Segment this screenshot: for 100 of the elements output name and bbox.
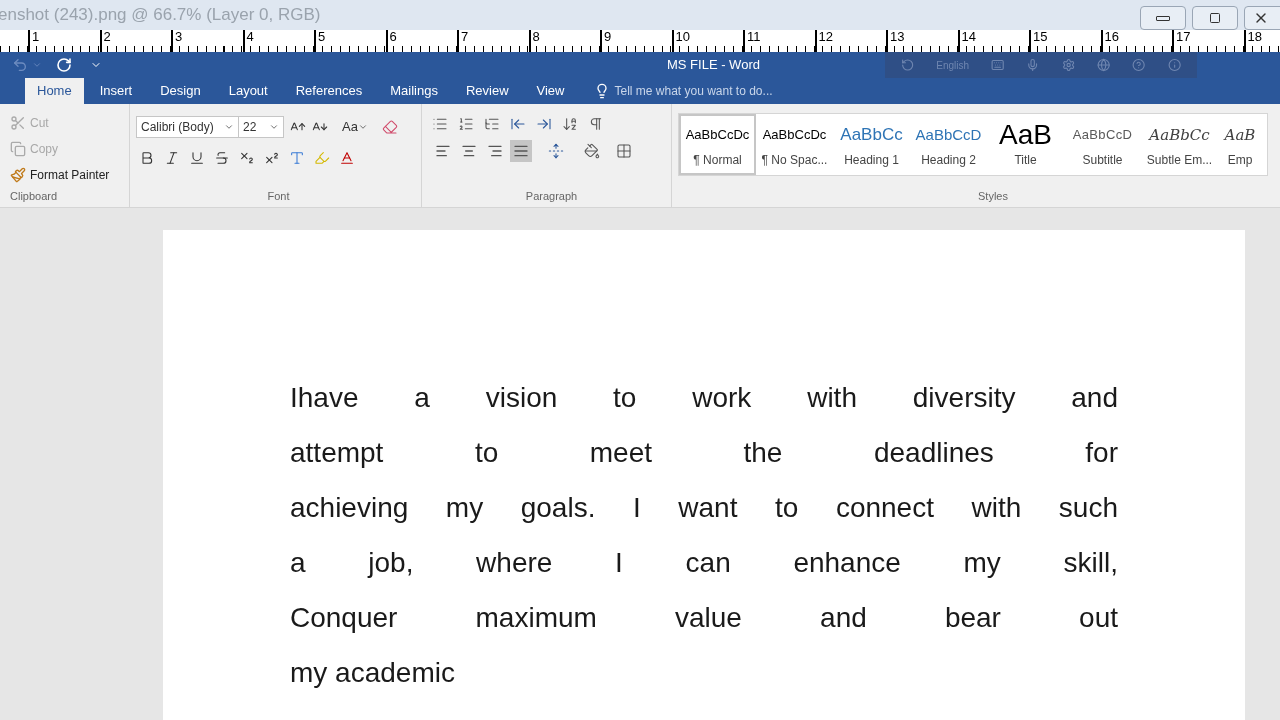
ruler-number: 12 xyxy=(817,29,833,44)
align-right-icon xyxy=(487,143,503,159)
style-option[interactable]: AaBbCc Subtle Em... xyxy=(1141,114,1218,175)
bullets-icon[interactable] xyxy=(432,116,448,132)
multilevel-list-icon[interactable] xyxy=(484,116,500,132)
style-name: Emp xyxy=(1227,152,1253,169)
restore-button[interactable] xyxy=(1192,6,1238,30)
numbering-icon[interactable] xyxy=(458,116,474,132)
style-option[interactable]: AaBbCcD Heading 2 xyxy=(910,114,987,175)
document-text-line: a job, where I can enhance my skill, xyxy=(290,546,1118,580)
ruler-number: 6 xyxy=(388,29,397,44)
ruler-number: 1 xyxy=(31,29,40,44)
ruler-number: 9 xyxy=(603,29,612,44)
font-color-icon[interactable] xyxy=(339,150,355,166)
ruler-number: 15 xyxy=(1032,29,1048,44)
style-name: ¶ No Spac... xyxy=(761,152,828,169)
italic-icon[interactable] xyxy=(164,150,180,166)
line-spacing-icon[interactable] xyxy=(548,143,564,159)
decrease-indent-icon[interactable] xyxy=(510,116,526,132)
close-button[interactable] xyxy=(1244,6,1280,30)
caret-icon[interactable] xyxy=(269,122,279,132)
ruler-number: 8 xyxy=(531,29,540,44)
ribbon-tab[interactable]: Layout xyxy=(216,78,280,104)
style-preview: AaBbCcD xyxy=(1072,126,1133,145)
style-name: Subtitle xyxy=(1082,152,1123,169)
ruler-number: 5 xyxy=(317,29,326,44)
ribbon-tab[interactable]: Design xyxy=(148,78,213,104)
align-justify-icon xyxy=(513,143,529,159)
eraser-icon[interactable] xyxy=(381,119,398,135)
pilcrow-icon[interactable] xyxy=(588,116,604,132)
change-case-button[interactable]: Aa xyxy=(342,117,368,137)
scissors-icon xyxy=(10,114,26,131)
tell-me-field[interactable]: Tell me what you want to do... xyxy=(614,82,773,100)
ruler-number: 4 xyxy=(245,29,254,44)
group-label: Styles xyxy=(978,188,1009,204)
style-name: Title xyxy=(1014,152,1037,169)
increase-indent-icon[interactable] xyxy=(536,116,552,132)
style-preview: AaB xyxy=(1224,124,1256,146)
copy-icon xyxy=(10,140,26,157)
style-option[interactable]: AaBbCcDc ¶ Normal xyxy=(679,114,756,175)
font-name-field[interactable]: Calibri (Body) xyxy=(136,116,239,138)
style-option[interactable]: AaBbCcD Subtitle xyxy=(1064,114,1141,175)
ribbon-tab[interactable]: References xyxy=(283,78,375,104)
style-option[interactable]: AaB Emp xyxy=(1218,114,1262,175)
strikethrough-icon[interactable] xyxy=(214,150,230,166)
ruler-number: 11 xyxy=(746,29,761,44)
underline-icon[interactable] xyxy=(189,150,205,166)
document-text-line: attempt to meet the deadlines for xyxy=(290,436,1118,470)
ruler-number: 10 xyxy=(674,29,690,44)
redo-icon[interactable] xyxy=(56,57,72,73)
subscript-icon[interactable] xyxy=(239,150,255,166)
ruler-number: 2 xyxy=(102,29,111,44)
text-effects-icon[interactable] xyxy=(289,150,305,166)
ribbon-tab[interactable]: Insert xyxy=(87,78,145,104)
document-text-line: Conquer maximum value and bear out xyxy=(290,601,1118,635)
align-left-icon xyxy=(435,143,451,159)
document-text-line: achieving my goals. I want to connect with such xyxy=(290,491,1118,525)
style-preview: AaBbCc xyxy=(840,124,903,147)
group-label: Paragraph xyxy=(524,188,579,204)
borders-icon[interactable] xyxy=(616,143,632,159)
style-preview: AaBbCc xyxy=(1149,124,1210,146)
document-text-line: my academic xyxy=(290,656,456,690)
ruler-number: 13 xyxy=(889,29,905,44)
ruler-number: 16 xyxy=(1103,29,1119,44)
style-preview: AaBbCcD xyxy=(915,124,982,145)
ribbon-tab[interactable]: Mailings xyxy=(378,78,450,104)
ribbon-tab[interactable]: Review xyxy=(453,78,521,104)
superscript-icon[interactable] xyxy=(264,150,280,166)
style-name: ¶ Normal xyxy=(693,152,742,169)
restore-icon xyxy=(1209,12,1221,24)
ruler-number: 14 xyxy=(960,29,976,44)
ruler-number: 3 xyxy=(174,29,183,44)
ruler-number: 18 xyxy=(1246,29,1262,44)
style-option[interactable]: AaBbCc Heading 1 xyxy=(833,114,910,175)
shading-icon[interactable] xyxy=(584,143,600,159)
group-label: Font xyxy=(266,188,291,204)
minimize-icon xyxy=(1156,15,1170,21)
align-button[interactable] xyxy=(510,140,532,162)
caret-icon[interactable] xyxy=(357,122,368,132)
bold-icon[interactable] xyxy=(139,150,155,166)
align-center-icon xyxy=(461,143,477,159)
document-text-line: Ihave a vision to work with diversity and xyxy=(290,381,1118,415)
caret-icon[interactable] xyxy=(224,122,234,132)
sort-icon[interactable] xyxy=(562,116,578,132)
minimize-button[interactable] xyxy=(1140,6,1186,30)
brush-icon xyxy=(10,166,26,183)
ruler-number: 7 xyxy=(460,29,469,44)
clipboard-button[interactable]: Format Painter xyxy=(10,161,129,188)
style-preview: AaBbCcDc xyxy=(762,126,827,145)
style-preview: AaBbCcDc xyxy=(685,126,750,145)
style-option[interactable]: AaBbCcDc ¶ No Spac... xyxy=(756,114,833,175)
style-name: Heading 2 xyxy=(921,152,976,169)
ribbon-tab[interactable]: Home xyxy=(25,78,84,104)
font-size-field[interactable]: 22 xyxy=(238,116,284,138)
style-preview: AaB xyxy=(999,120,1052,150)
ribbon-tab[interactable]: View xyxy=(524,78,577,104)
style-name: Subtle Em... xyxy=(1146,152,1213,169)
group-label: Clipboard xyxy=(10,188,59,204)
style-option[interactable]: AaB Title xyxy=(987,114,1064,175)
ruler-number: 17 xyxy=(1175,29,1191,44)
